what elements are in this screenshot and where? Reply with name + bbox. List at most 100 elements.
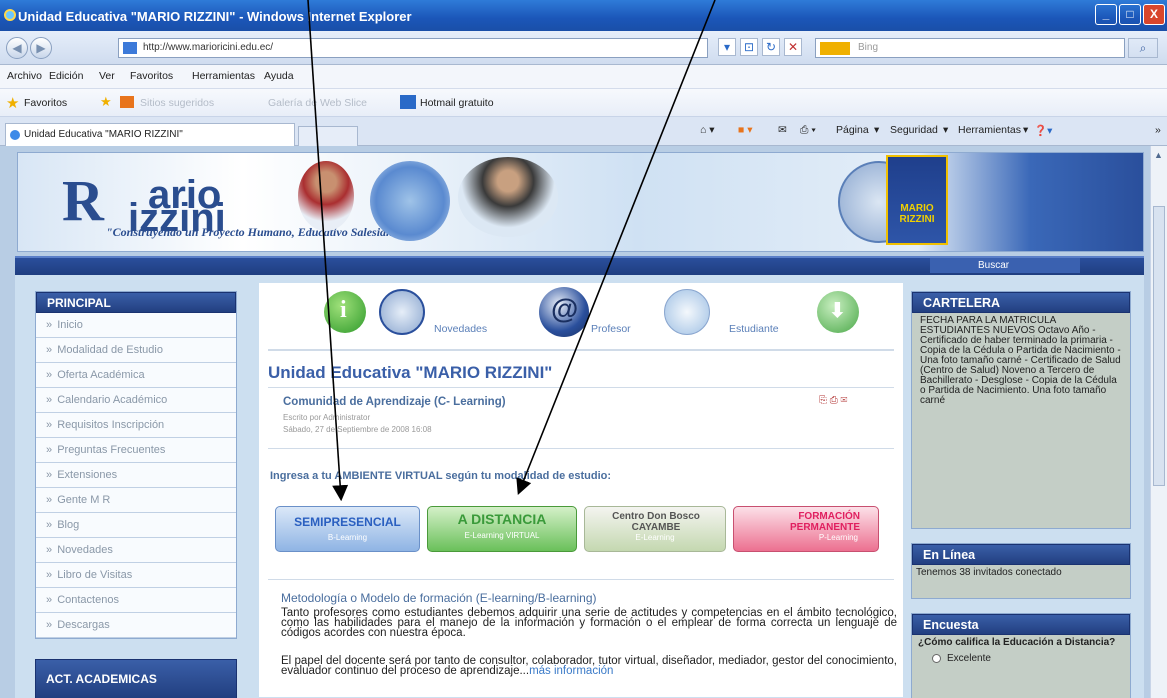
- tab-current[interactable]: Unidad Educativa "MARIO RIZZINI": [5, 123, 295, 146]
- menu-edicion[interactable]: Edición: [49, 70, 83, 82]
- menu-item-oferta[interactable]: » Oferta Académica: [36, 363, 236, 388]
- vertical-scrollbar[interactable]: ▲: [1150, 146, 1167, 698]
- article-author: Escrito por Administrator: [283, 413, 371, 422]
- favorites-bar: ★ Favoritos ★ Sitios sugeridos Galería d…: [0, 89, 1167, 117]
- ie-icon: [4, 9, 16, 21]
- search-input[interactable]: Bing: [815, 38, 1125, 58]
- menu-item-blog[interactable]: » Blog: [36, 513, 236, 538]
- minimize-button[interactable]: _: [1095, 4, 1117, 25]
- ingresa-text: Ingresa a tu AMBIENTE VIRTUAL según tu m…: [270, 470, 612, 482]
- cartelera-text: FECHA PARA LA MATRICULA ESTUDIANTES NUEV…: [920, 315, 1121, 406]
- home-icon[interactable]: ⌂ ▾: [700, 124, 715, 136]
- menu-item-contactenos[interactable]: » Contactenos: [36, 588, 236, 613]
- suggested-sites-icon: [120, 96, 134, 108]
- paragraph-1: Tanto profesores como estudiantes debemo…: [281, 607, 897, 639]
- close-button[interactable]: X: [1143, 4, 1165, 25]
- add-favorite-icon[interactable]: ★: [100, 94, 112, 110]
- favorites-button[interactable]: Favoritos: [24, 97, 67, 109]
- at-glyph: @: [551, 293, 579, 324]
- divider: [268, 349, 894, 351]
- shield-text: MARIO RIZZINI: [899, 203, 935, 225]
- menu-item-calendario[interactable]: » Calendario Académico: [36, 388, 236, 413]
- menu-herramientas[interactable]: Herramientas: [192, 70, 255, 82]
- compat-icon[interactable]: ⊡: [740, 38, 758, 56]
- overflow-icon[interactable]: »: [1155, 124, 1161, 136]
- formacion-permanente-button[interactable]: FORMACIÓN PERMANENTE P-Learning: [733, 506, 879, 552]
- menu-item-descargas[interactable]: » Descargas: [36, 613, 236, 638]
- profesor-label[interactable]: Profesor: [591, 323, 631, 335]
- maximize-button[interactable]: □: [1119, 4, 1141, 25]
- tools-menu[interactable]: Herramientas: [958, 124, 1021, 136]
- estudiante-label[interactable]: Estudiante: [729, 323, 779, 335]
- address-input[interactable]: http://www.marioricini.edu.ec/: [118, 38, 708, 58]
- menu-item-preguntas[interactable]: » Preguntas Frecuentes: [36, 438, 236, 463]
- semipresencial-button[interactable]: SEMIPRESENCIAL B-Learning: [275, 506, 420, 552]
- window-title: Unidad Educativa "MARIO RIZZINI" - Windo…: [18, 9, 412, 24]
- menu-item-libro[interactable]: » Libro de Visitas: [36, 563, 236, 588]
- bing-icon: [820, 42, 850, 55]
- menu-ver[interactable]: Ver: [99, 70, 115, 82]
- page-menu[interactable]: Página: [836, 124, 869, 136]
- web-slice-link[interactable]: Galería de Web Slice: [268, 97, 367, 109]
- menu-archivo[interactable]: Archivo: [7, 70, 42, 82]
- menu-favoritos[interactable]: Favoritos: [130, 70, 173, 82]
- forward-button[interactable]: ▶: [30, 37, 52, 59]
- address-actions: ▾ ⊡ ↻ ✕: [718, 38, 808, 58]
- pdf-print-email-icons[interactable]: ⎘ ⎙ ✉: [819, 395, 847, 406]
- security-menu[interactable]: Seguridad: [890, 124, 938, 136]
- dropdown-icon[interactable]: ▾: [718, 38, 736, 56]
- web-page: R ario izzini "Construyendo un Proyecto …: [0, 146, 1150, 698]
- encuesta-header: Encuesta: [912, 614, 1130, 635]
- menu-item-modalidad[interactable]: » Modalidad de Estudio: [36, 338, 236, 363]
- act-academicas-header: ACT. ACADEMICAS: [35, 659, 237, 698]
- menu-item-gente[interactable]: » Gente M R: [36, 488, 236, 513]
- quick-icons: i Novedades @ Profesor Estudiante ⬇: [269, 283, 899, 345]
- divider-4: [268, 579, 894, 580]
- new-tab-button[interactable]: [298, 126, 358, 146]
- search-box[interactable]: Buscar: [930, 258, 1080, 273]
- novedades-icon[interactable]: [379, 289, 425, 335]
- scroll-thumb[interactable]: [1153, 206, 1165, 486]
- cayambe-button[interactable]: Centro Don Bosco CAYAMBE E-Learning: [584, 506, 726, 552]
- feeds-icon[interactable]: ■ ▾: [738, 124, 753, 136]
- mail-icon[interactable]: ✉: [778, 124, 787, 136]
- menu-item-novedades[interactable]: » Novedades: [36, 538, 236, 563]
- address-text: http://www.marioricini.edu.ec/: [143, 42, 274, 53]
- encuesta-option[interactable]: Excelente: [912, 651, 1130, 667]
- refresh-icon[interactable]: ↻: [762, 38, 780, 56]
- menu-ayuda[interactable]: Ayuda: [264, 70, 294, 82]
- hotmail-link[interactable]: Hotmail gratuito: [420, 97, 494, 109]
- menu-bar: Archivo Edición Ver Favoritos Herramient…: [0, 65, 1167, 89]
- back-button[interactable]: ◀: [6, 37, 28, 59]
- encuesta-box: Encuesta ¿Cómo califica la Educación a D…: [911, 613, 1131, 698]
- estudiante-icon[interactable]: [664, 289, 710, 335]
- menu-item-requisitos[interactable]: » Requisitos Inscripción: [36, 413, 236, 438]
- novedades-label[interactable]: Novedades: [434, 323, 487, 335]
- mas-informacion-link[interactable]: más información: [529, 665, 613, 677]
- buscar-label: Buscar: [978, 260, 1010, 271]
- print-icon[interactable]: ⎙ ▾: [800, 124, 816, 137]
- address-toolbar: ◀ ▶ http://www.marioricini.edu.ec/ ▾ ⊡ ↻ ✕ …: [0, 31, 1167, 65]
- article-subtitle: Comunidad de Aprendizaje (C- Learning): [283, 396, 506, 408]
- menu-item-inicio[interactable]: » Inicio: [36, 313, 236, 338]
- principal-menu: PRINCIPAL » Inicio » Modalidad de Estudi…: [35, 291, 237, 639]
- enlinea-box: En Línea Tenemos 38 invitados conectado: [911, 543, 1131, 599]
- shield-icon: [886, 155, 948, 245]
- radio-button[interactable]: [932, 654, 941, 663]
- scroll-up-icon[interactable]: ▲: [1154, 150, 1163, 160]
- suggested-sites-link[interactable]: Sitios sugeridos: [140, 97, 214, 109]
- ie-page-icon: [10, 130, 20, 140]
- stop-icon[interactable]: ✕: [784, 38, 802, 56]
- divider-2: [268, 387, 894, 388]
- metodologia-heading: Metodología o Modelo de formación (E-lea…: [281, 591, 597, 605]
- a-distancia-button[interactable]: A DISTANCIA E-Learning VIRTUAL: [427, 506, 577, 552]
- search-button[interactable]: ⌕: [1128, 38, 1158, 58]
- enlinea-text: Tenemos 38 invitados conectado: [916, 567, 1062, 578]
- help-icon[interactable]: ❓▾: [1034, 124, 1052, 137]
- article-title: Unidad Educativa "MARIO RIZZINI": [268, 363, 553, 382]
- student-photo: [298, 161, 354, 231]
- download-arrow-glyph: ⬇: [829, 300, 846, 322]
- menu-item-extensiones[interactable]: » Extensiones: [36, 463, 236, 488]
- tab-title: Unidad Educativa "MARIO RIZZINI": [24, 129, 183, 140]
- article-date: Sábado, 27 de Septiembre de 2008 16:08: [283, 425, 432, 434]
